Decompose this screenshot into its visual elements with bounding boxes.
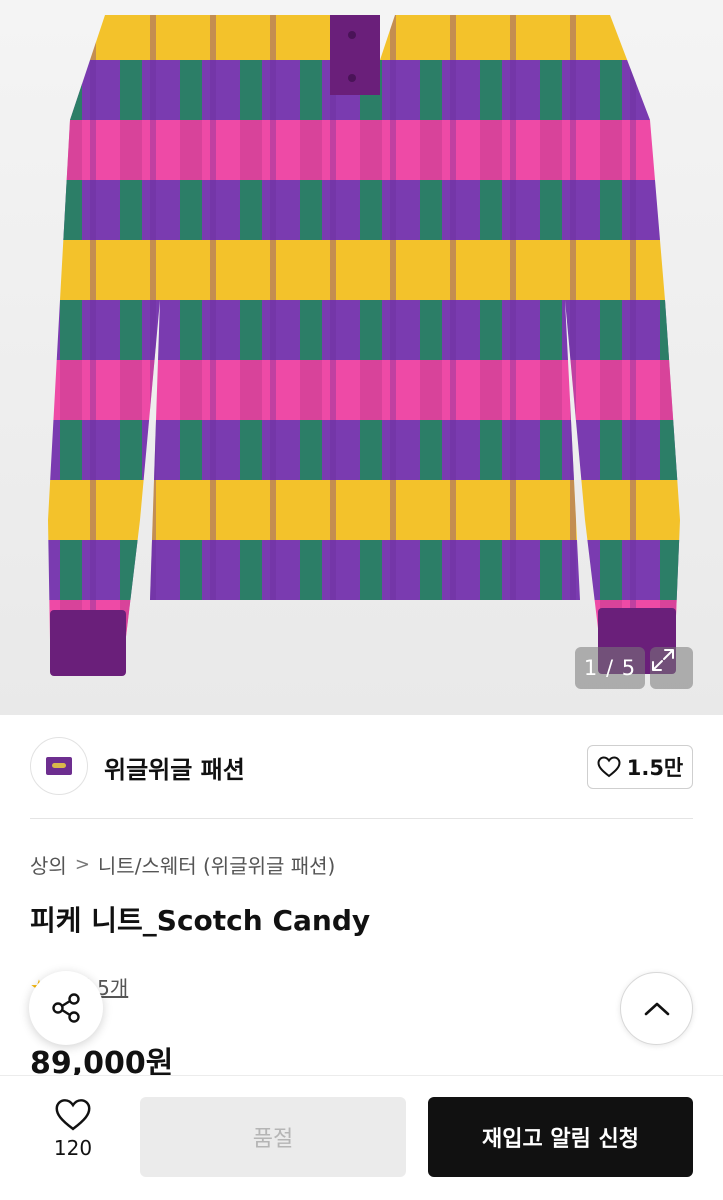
breadcrumb: 상의 > 니트/스웨터 (위글위글 패션) — [30, 850, 335, 879]
brand-like-button[interactable]: 1.5만 — [587, 745, 693, 789]
brand-like-count: 1.5만 — [626, 756, 684, 780]
divider — [30, 818, 693, 819]
scroll-top-button[interactable] — [620, 972, 693, 1045]
brand-row[interactable]: 위글위글 패션 1.5만 — [0, 715, 723, 818]
breadcrumb-subcategory[interactable]: 니트/스웨터 (위글위글 패션) — [98, 850, 335, 879]
restock-alert-button[interactable]: 재입고 알림 신청 — [428, 1097, 693, 1177]
breadcrumb-category[interactable]: 상의 — [30, 850, 67, 879]
share-icon — [52, 993, 80, 1023]
heart-icon — [55, 1099, 91, 1131]
brand-logo-mark — [46, 757, 72, 775]
expand-button[interactable] — [650, 647, 693, 689]
soldout-button: 품절 — [140, 1097, 406, 1177]
brand-name[interactable]: 위글위글 패션 — [104, 750, 245, 785]
image-counter: 1 / 5 — [575, 647, 645, 689]
wishlist-button[interactable]: 120 — [38, 1098, 108, 1174]
wishlist-count: 120 — [53, 1136, 93, 1160]
brand-logo[interactable] — [30, 737, 88, 795]
expand-icon — [652, 649, 674, 671]
chevron-right-icon: > — [74, 854, 90, 875]
share-button[interactable] — [29, 971, 103, 1045]
heart-icon — [597, 756, 621, 778]
product-title: 피케 니트_Scotch Candy — [30, 904, 371, 937]
product-image[interactable]: 1 / 5 — [0, 0, 723, 715]
chevron-up-icon — [644, 1002, 669, 1015]
sweater-illustration — [48, 15, 680, 676]
